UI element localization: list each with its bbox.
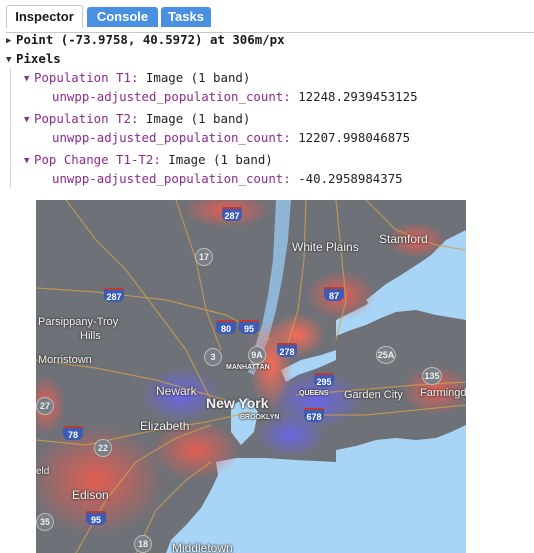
layer-name: Population T1:: [34, 70, 139, 85]
place-label-parsippany: Parsippany-Troy: [38, 316, 119, 328]
place-label-elizabeth: Elizabeth: [140, 419, 190, 433]
place-label-queens: QUEENS: [299, 390, 329, 397]
place-label-manhattan: MANHATTAN: [226, 364, 270, 371]
map-view[interactable]: White Plains Stamford Parsippany-Troy Hi…: [36, 200, 466, 553]
interstate-678-icon: 678: [304, 408, 324, 422]
interstate-295-icon: 295: [314, 373, 334, 387]
tab-tasks[interactable]: Tasks: [161, 7, 211, 27]
place-label-brooklyn: BROOKLYN: [240, 414, 280, 421]
route-22-icon: 22: [94, 439, 112, 457]
band-value: 12207.998046875: [298, 130, 411, 145]
interstate-287-top-icon: 287: [222, 207, 242, 221]
route-18-icon: 18: [134, 535, 152, 553]
place-label-garden-city: Garden City: [344, 389, 403, 401]
tree-guide-line: [10, 68, 11, 188]
route-17-icon: 17: [195, 248, 213, 266]
interstate-95-top-icon: 95: [239, 320, 259, 334]
layer-type: Image (1 band): [145, 70, 251, 85]
layer-row-pop-change[interactable]: ▼ Pop Change T1-T2: Image (1 band): [24, 152, 273, 169]
tab-bar: Inspector Console Tasks: [6, 5, 534, 33]
place-label-hills: Hills: [80, 330, 101, 342]
layer-name: Pop Change T1-T2:: [34, 152, 161, 167]
route-35-icon: 35: [36, 513, 54, 531]
route-25a-icon: 25A: [376, 346, 396, 364]
layer-type: Image (1 band): [145, 111, 251, 126]
place-label-stamford: Stamford: [379, 232, 428, 246]
collapse-down-icon[interactable]: ▼: [6, 52, 16, 68]
pixels-row[interactable]: ▼ Pixels: [6, 51, 61, 68]
place-label-new-york: New York: [206, 395, 269, 411]
route-278-icon: 278: [277, 343, 297, 357]
band-value: 12248.2939453125: [298, 89, 418, 104]
interstate-287-left-icon: 287: [104, 288, 124, 302]
point-row[interactable]: ▶ Point (-73.9758, 40.5972) at 306m/px: [6, 32, 285, 49]
tab-inspector[interactable]: Inspector: [6, 5, 83, 28]
place-label-morristown: Morristown: [38, 354, 92, 366]
band-name: unwpp-adjusted_population_count:: [52, 89, 291, 104]
place-label-middletown: Middletown: [172, 541, 233, 553]
layer-type: Image (1 band): [168, 152, 273, 167]
interstate-80-icon: 80: [216, 320, 236, 334]
collapse-down-icon[interactable]: ▼: [24, 153, 34, 169]
layer-row-population-t2[interactable]: ▼ Population T2: Image (1 band): [24, 111, 250, 128]
place-label-newark: Newark: [156, 384, 197, 398]
place-label-field: eld: [36, 466, 50, 477]
route-27-icon: 27: [36, 397, 54, 415]
band-value: -40.2958984375: [298, 171, 403, 186]
expand-right-icon[interactable]: ▶: [6, 33, 16, 49]
place-label-edison: Edison: [72, 488, 109, 502]
point-label: Point (-73.9758, 40.5972) at 306m/px: [16, 32, 285, 47]
place-label-farmingdale: Farmingda: [420, 387, 466, 399]
interstate-95-bottom-icon: 95: [86, 511, 106, 525]
route-9a-icon: 9A: [248, 346, 266, 364]
interstate-87-icon: 87: [324, 287, 344, 301]
route-135-icon: 135: [422, 367, 442, 385]
layer-row-population-t1[interactable]: ▼ Population T1: Image (1 band): [24, 70, 250, 87]
route-3-icon: 3: [204, 348, 222, 366]
band-row: unwpp-adjusted_population_count: 12207.9…: [52, 130, 410, 146]
band-row: unwpp-adjusted_population_count: 12248.2…: [52, 89, 418, 105]
layer-name: Population T2:: [34, 111, 139, 126]
tab-console[interactable]: Console: [87, 7, 158, 27]
band-row: unwpp-adjusted_population_count: -40.295…: [52, 171, 403, 187]
collapse-down-icon[interactable]: ▼: [24, 112, 34, 128]
place-label-white-plains: White Plains: [292, 240, 359, 254]
collapse-down-icon[interactable]: ▼: [24, 71, 34, 87]
pixels-label: Pixels: [16, 51, 61, 66]
band-name: unwpp-adjusted_population_count:: [52, 130, 291, 145]
interstate-78-icon: 78: [63, 426, 83, 440]
band-name: unwpp-adjusted_population_count:: [52, 171, 291, 186]
